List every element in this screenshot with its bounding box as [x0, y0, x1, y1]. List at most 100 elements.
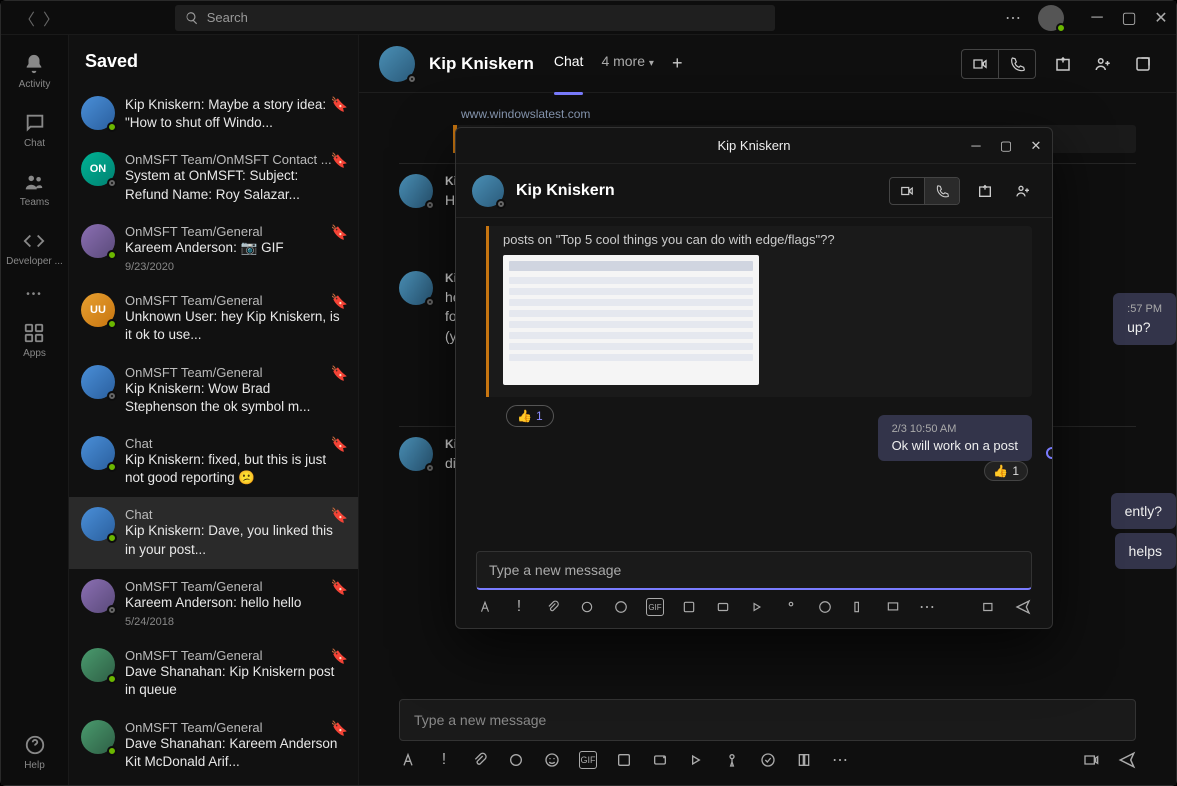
praise-icon[interactable] [723, 751, 741, 769]
saved-item[interactable]: ChatKip Kniskern: fixed, but this is jus… [69, 426, 358, 497]
saved-item[interactable]: Kip Kniskern: Maybe a story idea: "How t… [69, 86, 358, 142]
viva-icon[interactable] [795, 751, 813, 769]
share-button[interactable] [1050, 51, 1076, 77]
minimize-button[interactable]: ─ [1090, 11, 1104, 25]
rail-activity[interactable]: Activity [19, 53, 51, 90]
seen-indicator [1046, 447, 1052, 459]
popout-button[interactable] [1130, 51, 1156, 77]
whiteboard-icon[interactable] [884, 598, 902, 616]
saved-item[interactable]: OnMSFT Team/GeneralDave Shanahan: Kareem… [69, 710, 358, 781]
popout-share-button[interactable] [972, 178, 998, 204]
list-text: Kareem Anderson: hello hello [125, 594, 344, 612]
add-people-button[interactable] [1090, 51, 1116, 77]
tab-chat[interactable]: Chat [554, 49, 584, 78]
message-avatar[interactable] [399, 271, 433, 305]
more-icon[interactable]: ⋯ [1006, 11, 1020, 25]
back-button[interactable]: 〈 [19, 6, 35, 30]
gif-icon[interactable]: GIF [646, 598, 664, 616]
image-thumbnail[interactable] [503, 255, 759, 385]
attach-icon[interactable] [471, 751, 489, 769]
loop-icon[interactable] [507, 751, 525, 769]
send-button[interactable] [1014, 598, 1032, 616]
popout-audio-button[interactable] [925, 178, 959, 204]
sticker-icon[interactable] [680, 598, 698, 616]
reaction-pill[interactable]: 👍1 [506, 405, 554, 427]
bookmark-icon[interactable]: 🔖 [331, 579, 348, 596]
profile-avatar[interactable] [1038, 5, 1064, 31]
emoji-icon[interactable] [543, 751, 561, 769]
schedule-icon[interactable] [1082, 751, 1100, 769]
compose-input[interactable]: Type a new message [399, 699, 1136, 741]
popout-compose-input[interactable]: Type a new message [476, 551, 1032, 590]
popout-minimize[interactable]: ─ [968, 138, 984, 154]
saved-item[interactable]: OnMSFT Team/GeneralKareem Anderson: hell… [69, 569, 358, 638]
list-avatar [81, 436, 115, 470]
search-input[interactable]: Search [175, 5, 775, 31]
bookmark-icon[interactable]: 🔖 [331, 648, 348, 665]
praise-icon[interactable] [782, 598, 800, 616]
together-icon[interactable] [714, 598, 732, 616]
popout-add-people-button[interactable] [1010, 178, 1036, 204]
bookmark-icon[interactable]: 🔖 [331, 720, 348, 737]
bookmark-icon[interactable]: 🔖 [331, 224, 348, 241]
url-card[interactable]: www.windowslatest.com [453, 103, 1136, 125]
popout-maximize[interactable]: ▢ [998, 138, 1014, 154]
bookmark-icon[interactable]: 🔖 [331, 507, 348, 524]
tab-more[interactable]: 4 more ▾ [601, 49, 654, 78]
video-call-button[interactable] [962, 50, 999, 78]
stream-icon[interactable] [687, 751, 705, 769]
approvals-icon[interactable] [816, 598, 834, 616]
bookmark-icon[interactable]: 🔖 [331, 365, 348, 382]
sticker-icon[interactable] [615, 751, 633, 769]
saved-item[interactable]: ChatKip Kniskern: Dave, you linked this … [69, 497, 358, 568]
saved-item[interactable]: OnMSFT Team/GeneralKip Kniskern: Wow Bra… [69, 355, 358, 426]
rail-chat[interactable]: Chat [24, 112, 46, 149]
message-avatar[interactable] [399, 437, 433, 471]
saved-item[interactable]: UUOnMSFT Team/GeneralUnknown User: hey K… [69, 283, 358, 354]
message-avatar[interactable] [399, 174, 433, 208]
rail-more[interactable]: ••• [26, 289, 43, 300]
saved-item[interactable]: OnMSFT Team/GeneralKareem Anderson: 📷 GI… [69, 214, 358, 283]
popout-avatar[interactable] [472, 175, 504, 207]
saved-item[interactable]: ONOnMSFT Team/OnMSFT Contact ...System a… [69, 142, 358, 213]
bookmark-icon[interactable]: 🔖 [331, 293, 348, 310]
priority-icon[interactable]: ! [510, 598, 528, 616]
format-icon[interactable] [476, 598, 494, 616]
approvals-icon[interactable] [759, 751, 777, 769]
schedule-icon[interactable] [980, 598, 998, 616]
audio-call-button[interactable] [999, 50, 1035, 78]
more-icon[interactable]: ⋯ [918, 598, 936, 616]
gif-icon[interactable]: GIF [579, 751, 597, 769]
list-date: 5/24/2018 [125, 616, 344, 628]
forward-button[interactable]: 〉 [43, 6, 59, 30]
attach-icon[interactable] [544, 598, 562, 616]
list-title: OnMSFT Team/General [125, 293, 344, 308]
together-icon[interactable] [651, 751, 669, 769]
tab-add[interactable]: + [672, 49, 683, 78]
popout-video-button[interactable] [890, 178, 925, 204]
rail-developer[interactable]: Developer ... [6, 230, 63, 267]
priority-icon[interactable]: ! [435, 751, 453, 769]
bookmark-icon[interactable]: 🔖 [331, 152, 348, 169]
format-icon[interactable] [399, 751, 417, 769]
viva-icon[interactable] [850, 598, 868, 616]
chat-avatar[interactable] [379, 46, 415, 82]
popout-titlebar: Kip Kniskern ─ ▢ ✕ [456, 128, 1052, 164]
rail-teams[interactable]: Teams [20, 171, 49, 208]
reaction-pill[interactable]: 👍1 [984, 461, 1028, 481]
close-button[interactable]: ✕ [1154, 11, 1168, 25]
stream-icon[interactable] [748, 598, 766, 616]
popout-close[interactable]: ✕ [1028, 138, 1044, 154]
rail-apps[interactable]: Apps [23, 322, 46, 359]
send-button[interactable] [1118, 751, 1136, 769]
popout-call-buttons [889, 177, 960, 205]
bookmark-icon[interactable]: 🔖 [331, 96, 348, 113]
bookmark-icon[interactable]: 🔖 [331, 436, 348, 453]
saved-item[interactable]: OnMSFT Team/GeneralDave Shanahan: Kip Kn… [69, 638, 358, 709]
more-icon[interactable]: ⋯ [831, 751, 849, 769]
emoji-icon[interactable] [612, 598, 630, 616]
maximize-button[interactable]: ▢ [1122, 11, 1136, 25]
rail-help[interactable]: Help [24, 734, 46, 771]
list-avatar [81, 507, 115, 541]
loop-icon[interactable] [578, 598, 596, 616]
